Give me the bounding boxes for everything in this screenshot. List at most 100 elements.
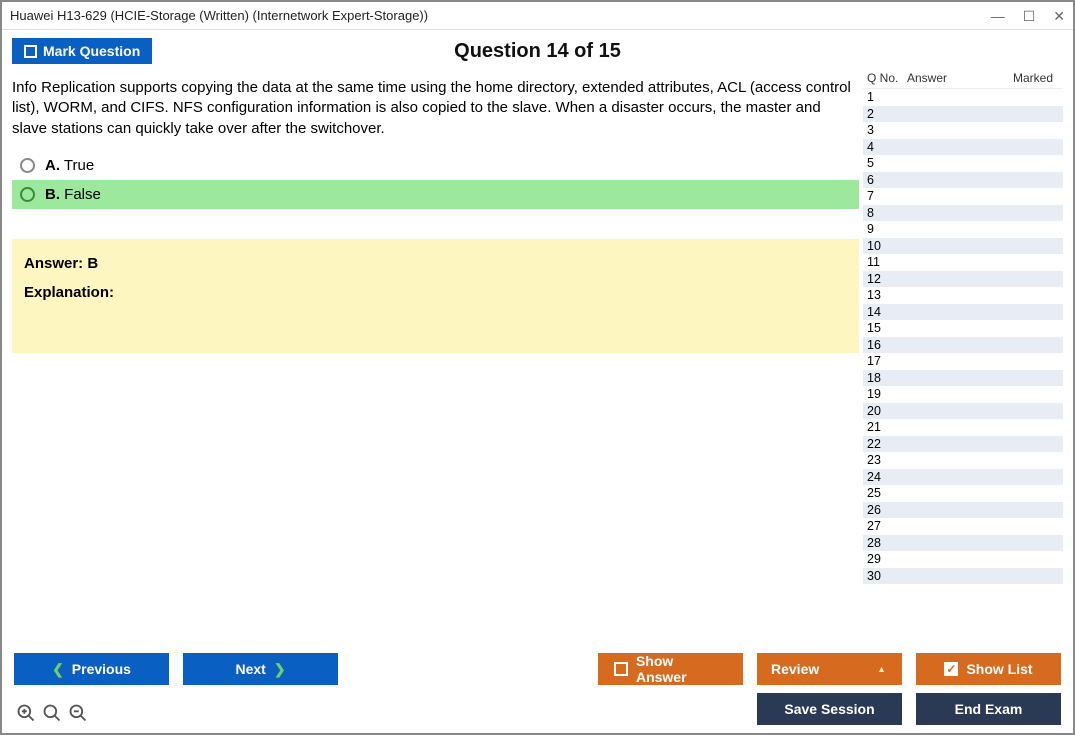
close-icon[interactable]: ✕: [1053, 9, 1065, 23]
qlist-number: 2: [863, 107, 907, 121]
qlist-number: 15: [863, 321, 907, 335]
question-list[interactable]: 1234567891011121314151617181920212223242…: [863, 88, 1063, 643]
app-window: Huawei H13-629 (HCIE-Storage (Written) (…: [0, 0, 1075, 735]
chevron-right-icon: ❯: [274, 661, 286, 678]
question-text: Info Replication supports copying the da…: [12, 78, 859, 139]
qlist-row[interactable]: 10: [863, 238, 1063, 255]
answer-box: Answer: B Explanation:: [12, 239, 859, 353]
titlebar: Huawei H13-629 (HCIE-Storage (Written) (…: [2, 2, 1073, 30]
zoom-in-icon[interactable]: [42, 703, 62, 723]
qlist-number: 7: [863, 189, 907, 203]
qlist-row[interactable]: 6: [863, 172, 1063, 189]
topbar: Mark Question Question 14 of 15: [2, 30, 1073, 68]
col-qno: Q No.: [863, 71, 907, 85]
options-list: A. True B. False: [12, 151, 859, 209]
qlist-number: 13: [863, 288, 907, 302]
footer: ❮ Previous Next ❯ Show Answer Review ▲ ✓…: [2, 643, 1073, 733]
qlist-row[interactable]: 12: [863, 271, 1063, 288]
col-answer: Answer: [907, 71, 1003, 85]
qlist-row[interactable]: 21: [863, 419, 1063, 436]
qlist-number: 24: [863, 470, 907, 484]
qlist-row[interactable]: 30: [863, 568, 1063, 585]
show-answer-button[interactable]: Show Answer: [598, 653, 743, 685]
radio-icon: [20, 158, 35, 173]
window-title: Huawei H13-629 (HCIE-Storage (Written) (…: [10, 8, 428, 23]
qlist-row[interactable]: 16: [863, 337, 1063, 354]
show-answer-label: Show Answer: [636, 653, 727, 685]
qlist-row[interactable]: 18: [863, 370, 1063, 387]
qlist-number: 27: [863, 519, 907, 533]
end-exam-button[interactable]: End Exam: [916, 693, 1061, 725]
qlist-number: 29: [863, 552, 907, 566]
qlist-number: 25: [863, 486, 907, 500]
option-row[interactable]: A. True: [12, 151, 859, 180]
qlist-row[interactable]: 15: [863, 320, 1063, 337]
qlist-row[interactable]: 4: [863, 139, 1063, 156]
qlist-number: 5: [863, 156, 907, 170]
end-exam-label: End Exam: [955, 701, 1023, 717]
qlist-row[interactable]: 8: [863, 205, 1063, 222]
qlist-row[interactable]: 25: [863, 485, 1063, 502]
previous-label: Previous: [72, 661, 131, 677]
option-text: B. False: [45, 186, 101, 203]
show-list-label: Show List: [966, 661, 1032, 677]
qlist-row[interactable]: 17: [863, 353, 1063, 370]
qlist-number: 21: [863, 420, 907, 434]
qlist-row[interactable]: 9: [863, 221, 1063, 238]
next-button[interactable]: Next ❯: [183, 653, 338, 685]
qlist-number: 16: [863, 338, 907, 352]
explanation-label: Explanation:: [24, 284, 847, 301]
qlist-row[interactable]: 29: [863, 551, 1063, 568]
qlist-number: 30: [863, 569, 907, 583]
qlist-number: 10: [863, 239, 907, 253]
qlist-row[interactable]: 28: [863, 535, 1063, 552]
zoom-reset-icon[interactable]: [16, 703, 36, 723]
qlist-row[interactable]: 3: [863, 122, 1063, 139]
window-controls: — ☐ ✕: [991, 9, 1065, 23]
qlist-row[interactable]: 26: [863, 502, 1063, 519]
maximize-icon[interactable]: ☐: [1023, 9, 1036, 23]
qlist-row[interactable]: 5: [863, 155, 1063, 172]
previous-button[interactable]: ❮ Previous: [14, 653, 169, 685]
checkbox-icon: [24, 45, 37, 58]
qlist-row[interactable]: 7: [863, 188, 1063, 205]
mark-question-button[interactable]: Mark Question: [12, 38, 152, 64]
qlist-number: 4: [863, 140, 907, 154]
qlist-number: 11: [863, 255, 907, 269]
review-label: Review: [771, 661, 819, 677]
next-label: Next: [235, 661, 265, 677]
review-button[interactable]: Review ▲: [757, 653, 902, 685]
checkbox-checked-icon: ✓: [944, 662, 958, 676]
button-row-1: ❮ Previous Next ❯ Show Answer Review ▲ ✓…: [14, 653, 1061, 685]
question-counter: Question 14 of 15: [454, 40, 621, 63]
qlist-row[interactable]: 14: [863, 304, 1063, 321]
qlist-row[interactable]: 22: [863, 436, 1063, 453]
zoom-out-icon[interactable]: [68, 703, 88, 723]
zoom-controls: [14, 695, 90, 723]
qlist-number: 19: [863, 387, 907, 401]
save-session-button[interactable]: Save Session: [757, 693, 902, 725]
question-panel: Info Replication supports copying the da…: [12, 68, 863, 643]
qlist-number: 28: [863, 536, 907, 550]
qlist-row[interactable]: 19: [863, 386, 1063, 403]
qlist-number: 3: [863, 123, 907, 137]
qlist-row[interactable]: 11: [863, 254, 1063, 271]
qlist-number: 6: [863, 173, 907, 187]
qlist-row[interactable]: 27: [863, 518, 1063, 535]
qlist-row[interactable]: 2: [863, 106, 1063, 123]
qlist-number: 18: [863, 371, 907, 385]
qlist-row[interactable]: 13: [863, 287, 1063, 304]
option-text: A. True: [45, 157, 94, 174]
mark-question-label: Mark Question: [43, 43, 140, 59]
qlist-row[interactable]: 24: [863, 469, 1063, 486]
qlist-row[interactable]: 20: [863, 403, 1063, 420]
qlist-number: 23: [863, 453, 907, 467]
question-list-panel: Q No. Answer Marked 12345678910111213141…: [863, 68, 1063, 643]
qlist-row[interactable]: 1: [863, 89, 1063, 106]
show-list-button[interactable]: ✓ Show List: [916, 653, 1061, 685]
minimize-icon[interactable]: —: [991, 9, 1005, 23]
option-row[interactable]: B. False: [12, 180, 859, 209]
qlist-row[interactable]: 23: [863, 452, 1063, 469]
qlist-number: 26: [863, 503, 907, 517]
qlist-header: Q No. Answer Marked: [863, 68, 1063, 88]
